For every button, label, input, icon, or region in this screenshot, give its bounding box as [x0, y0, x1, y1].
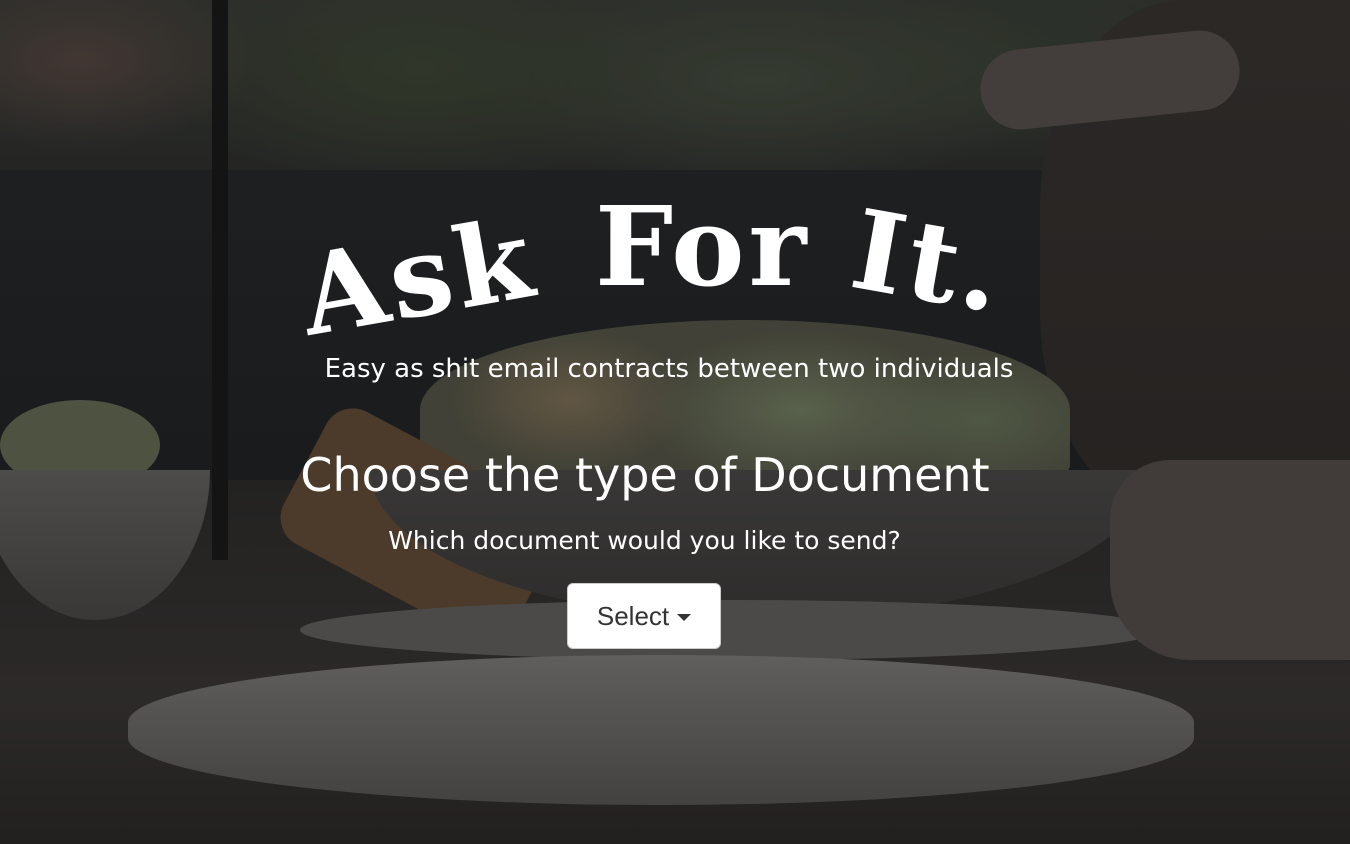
logo-word-ask: Ask [300, 193, 545, 345]
hero-content: Ask For It. Easy as shit email contracts… [0, 0, 1350, 844]
tagline: Easy as shit email contracts between two… [324, 354, 1014, 384]
document-type-dropdown[interactable]: Select [567, 583, 721, 649]
logo-wordmark: Ask For It. [300, 182, 1000, 345]
logo-word-for: For [595, 182, 810, 311]
logo-word-it: It. [843, 185, 1000, 339]
logo: Ask For It. [300, 165, 1000, 345]
document-prompt: Which document would you like to send? [388, 526, 901, 555]
caret-down-icon [677, 614, 692, 621]
page-title: Choose the type of Document [300, 448, 990, 502]
landing-page: Ask For It. Easy as shit email contracts… [0, 0, 1350, 844]
dropdown-label: Select [596, 600, 670, 631]
